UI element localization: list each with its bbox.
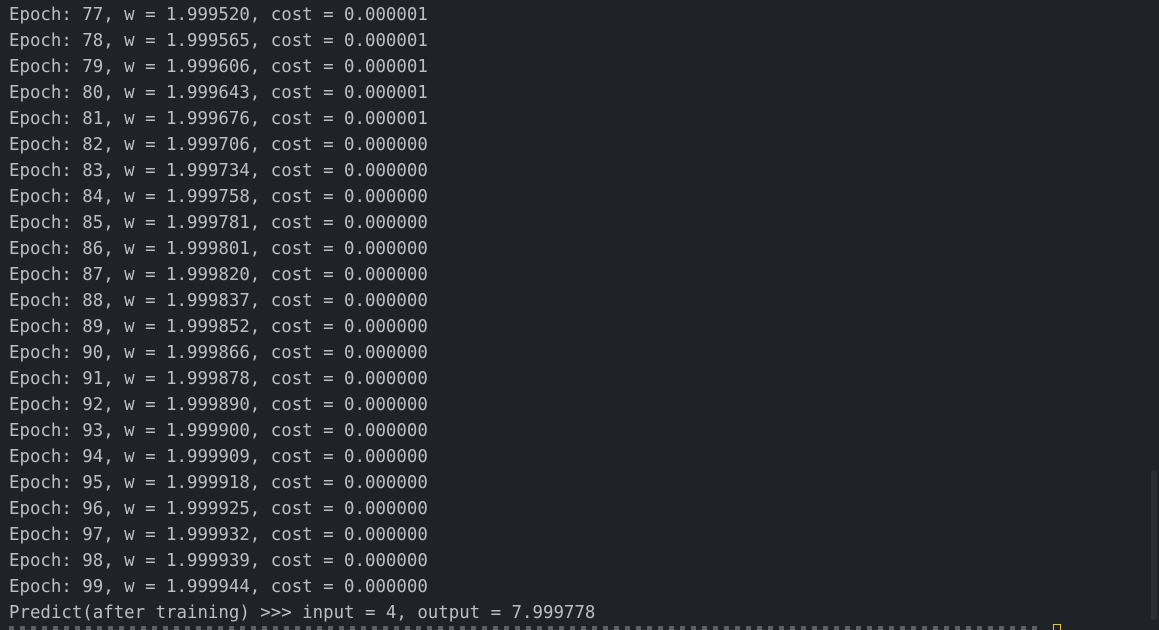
console-line: Epoch: 81, w = 1.999676, cost = 0.000001 [9,109,428,129]
console-line: Epoch: 99, w = 1.999944, cost = 0.000000 [9,577,428,597]
clipped-text-fragment [9,626,1039,630]
clipped-console-line [9,626,1039,630]
console-line: Epoch: 89, w = 1.999852, cost = 0.000000 [9,317,428,337]
console-line: Epoch: 90, w = 1.999866, cost = 0.000000 [9,343,428,363]
console-line: Epoch: 97, w = 1.999932, cost = 0.000000 [9,525,428,545]
console-line: Epoch: 78, w = 1.999565, cost = 0.000001 [9,31,428,51]
console-lines: Epoch: 77, w = 1.999520, cost = 0.000001… [9,2,1145,626]
vertical-scrollbar[interactable] [1145,0,1159,630]
console-prediction-line: Predict(after training) >>> input = 4, o… [9,603,596,623]
console-line: Epoch: 95, w = 1.999918, cost = 0.000000 [9,473,428,493]
console-line: Epoch: 85, w = 1.999781, cost = 0.000000 [9,213,428,233]
console-line: Epoch: 98, w = 1.999939, cost = 0.000000 [9,551,428,571]
console-line: Epoch: 96, w = 1.999925, cost = 0.000000 [9,499,428,519]
console-line: Epoch: 82, w = 1.999706, cost = 0.000000 [9,135,428,155]
console-line: Epoch: 77, w = 1.999520, cost = 0.000001 [9,5,428,25]
console-line: Epoch: 91, w = 1.999878, cost = 0.000000 [9,369,428,389]
console-line: Epoch: 79, w = 1.999606, cost = 0.000001 [9,57,428,77]
console-line: Epoch: 80, w = 1.999643, cost = 0.000001 [9,83,428,103]
console-line: Epoch: 87, w = 1.999820, cost = 0.000000 [9,265,428,285]
text-cursor-icon [1053,624,1061,630]
console-line: Epoch: 94, w = 1.999909, cost = 0.000000 [9,447,428,467]
scrollbar-thumb[interactable] [1151,470,1157,620]
console-line: Epoch: 93, w = 1.999900, cost = 0.000000 [9,421,428,441]
console-line: Epoch: 86, w = 1.999801, cost = 0.000000 [9,239,428,259]
console-line: Epoch: 84, w = 1.999758, cost = 0.000000 [9,187,428,207]
console-output-panel[interactable]: Epoch: 77, w = 1.999520, cost = 0.000001… [0,0,1159,630]
console-line: Epoch: 92, w = 1.999890, cost = 0.000000 [9,395,428,415]
console-line: Epoch: 83, w = 1.999734, cost = 0.000000 [9,161,428,181]
console-line: Epoch: 88, w = 1.999837, cost = 0.000000 [9,291,428,311]
